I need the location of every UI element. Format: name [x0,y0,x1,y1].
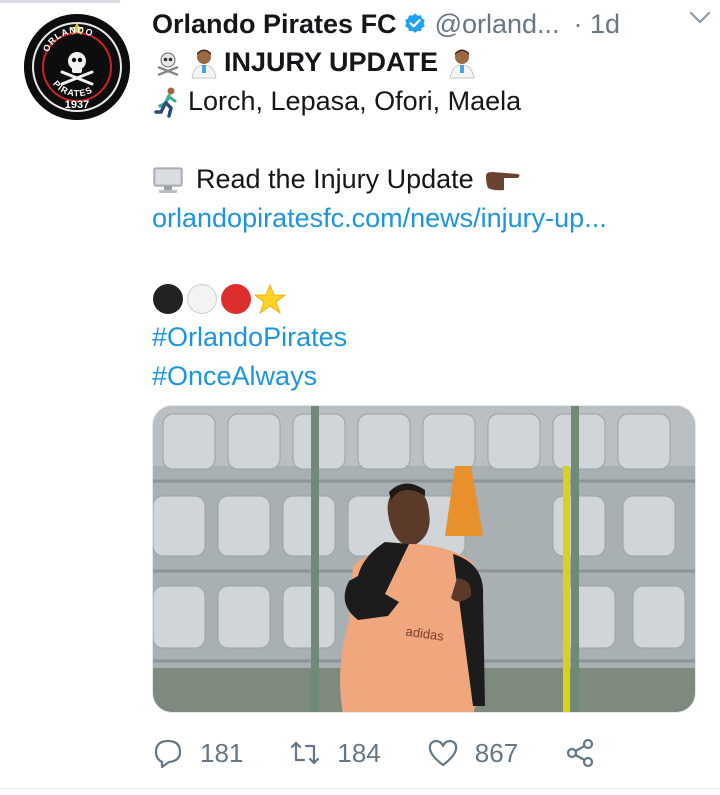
like-count: 867 [474,737,519,768]
verified-badge-icon [404,13,425,33]
like-icon [428,739,458,767]
account-name[interactable]: Orlando Pirates FC [152,9,397,40]
reply-button[interactable]: 181 [152,737,243,769]
retweet-count: 184 [337,737,381,768]
runner-emoji-icon [154,87,177,118]
injury-update-link[interactable]: orlandopiratesfc.com/news/injury-up... [152,199,607,238]
title-line: INJURY UPDATE [152,43,607,82]
hashtag-line: #OrlandoPirates [152,318,607,357]
health-worker-emoji-icon [449,49,475,78]
club-crest-logo: ORLANDO PIRATES 1937 [24,14,130,120]
retweet-icon [291,741,320,765]
reply-count: 181 [200,737,244,768]
read-line: Read the Injury Update [152,160,607,199]
share-button[interactable] [564,737,596,769]
like-button[interactable]: 867 [427,737,518,769]
retweet-button[interactable]: 184 [289,737,381,769]
pointing-hand-emoji-icon [485,171,520,190]
tweet-photo[interactable]: adidas [152,405,696,713]
tweet-text: INJURY UPDATE Lorch, Lepasa, Ofori, Mael… [152,43,607,396]
tweet-timestamp[interactable]: · 1d [574,9,621,40]
chevron-down-icon[interactable] [686,8,714,28]
skull-emoji-icon [157,52,179,76]
health-worker-emoji-icon [191,49,217,78]
profile-avatar[interactable]: ORLANDO PIRATES 1937 [24,14,130,120]
tweet-header: Orlando Pirates FC @orland... · 1d [152,6,702,42]
white-circle-emoji-icon [187,283,217,314]
injured-players: Lorch, Lepasa, Ofori, Maela [188,86,522,116]
top-divider [0,0,120,3]
reply-icon [154,739,182,769]
training-photo: adidas [153,406,695,712]
link-line: orlandopiratesfc.com/news/injury-up... [152,199,607,238]
account-handle[interactable]: @orland... [435,9,560,40]
players-line: Lorch, Lepasa, Ofori, Maela [152,82,607,121]
red-circle-emoji-icon [221,283,251,314]
svg-text:1937: 1937 [65,99,89,111]
hashtag-orlando-pirates[interactable]: #OrlandoPirates [152,318,347,357]
hashtag-line: #OnceAlways [152,357,607,396]
computer-emoji-icon [153,167,183,193]
tweet-actions: 181 184 867 [152,732,596,774]
hashtag-once-always[interactable]: #OnceAlways [152,357,317,396]
read-injury-update-text: Read the Injury Update [196,164,474,194]
star-emoji-icon [254,283,286,314]
share-icon [567,738,594,768]
club-colors-line [152,279,607,318]
bottom-divider [0,788,720,789]
black-circle-emoji-icon [153,283,183,314]
injury-update-title: INJURY UPDATE [224,47,439,77]
